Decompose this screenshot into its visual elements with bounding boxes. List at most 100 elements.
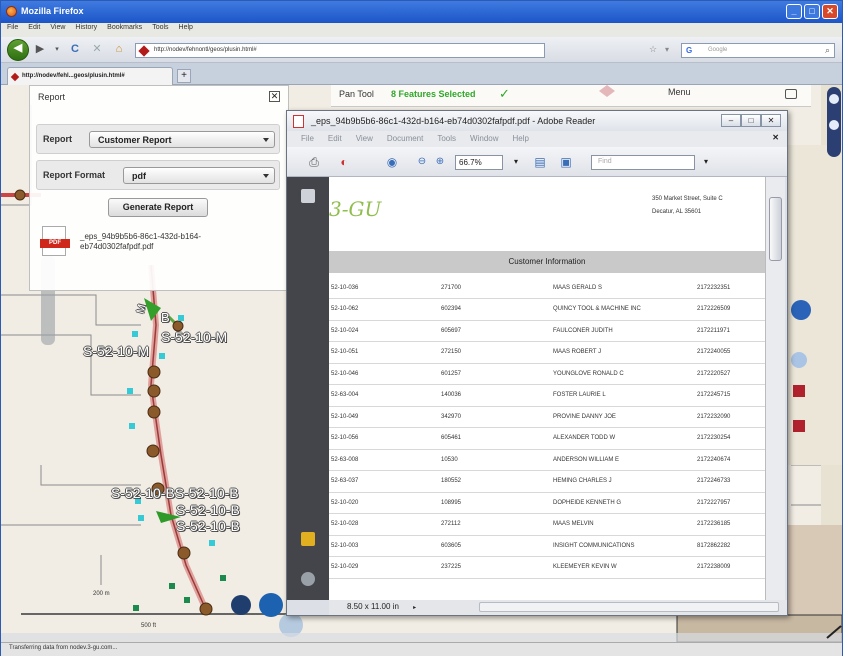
scale-label-feet: 500 ft — [141, 623, 157, 629]
minimize-button[interactable]: _ — [786, 4, 802, 19]
scale-label-meters: 200 m — [93, 591, 110, 597]
zoom-out-icon[interactable]: ⊖ — [413, 154, 431, 170]
menu-history[interactable]: History — [75, 24, 97, 36]
reader-vertical-scrollbar[interactable] — [765, 177, 785, 600]
customer-name-cell: MAAS ROBERT J — [553, 341, 697, 364]
address-line-2: Decatur, AL 35601 — [652, 209, 702, 215]
reload-button[interactable]: C — [67, 41, 83, 59]
window-title: Mozilla Firefox — [21, 6, 84, 16]
account-cell: 180552 — [441, 470, 553, 493]
page-size-dropdown-icon[interactable]: ▸ — [413, 605, 416, 611]
find-input[interactable]: Find — [591, 155, 695, 170]
report-format-field: Report Format pdf — [36, 160, 280, 190]
menu-help[interactable]: Help — [179, 24, 193, 36]
fit-width-icon[interactable]: ▣ — [557, 154, 575, 170]
customer-name-cell: KLEEMEYER KEVIN W — [553, 556, 697, 579]
tab-label: http://nodev/fehl...geos/plusin.html# — [22, 73, 125, 79]
table-row: 52-63-008 10530 ANDERSON WILLIAM E 21722406… — [329, 449, 765, 471]
attachments-icon[interactable] — [301, 572, 315, 586]
close-icon[interactable]: ✕ — [269, 91, 280, 102]
phone-cell: 8172862282 — [697, 535, 765, 557]
navigation-toolbar: ◀ ▶ ▾ C ✕ ⌂ http://nodev/fehnontl/geos/p… — [1, 37, 842, 63]
address-line-1: 350 Market Street, Suite C — [652, 196, 723, 202]
reader-titlebar: _eps_94b9b5b6-86c1-432d-b164-eb74d0302fa… — [287, 111, 787, 131]
phone-cell: 2172227957 — [697, 492, 765, 514]
reader-horizontal-scrollbar[interactable] — [479, 602, 779, 612]
map-label-b: B — [161, 310, 170, 325]
reader-maximize-button[interactable]: □ — [741, 114, 761, 127]
reader-menu-help[interactable]: Help — [513, 134, 529, 147]
table-row: 52-63-004 140036 FOSTER LAURIE L 2172245715 — [329, 384, 765, 407]
reader-menu-tools[interactable]: Tools — [437, 134, 456, 147]
browser-window: Mozilla Firefox _ □ ✕ File Edit View His… — [0, 0, 843, 656]
generate-report-button[interactable]: Generate Report — [108, 198, 208, 217]
parcel-id-cell: 52-10-024 — [329, 320, 441, 342]
url-bar[interactable]: http://nodev/fehnontl/geos/plusin.html# — [135, 43, 545, 58]
reader-doc-close-icon[interactable]: ✕ — [772, 133, 779, 142]
map-label-s-52-10-m-1: S-52-10-M — [83, 343, 150, 359]
search-magnifier-icon[interactable]: ⌕ — [825, 45, 830, 56]
customer-information-header: Customer Information — [329, 251, 765, 273]
reader-close-button[interactable]: ✕ — [761, 114, 781, 127]
find-dropdown-icon[interactable]: ▾ — [697, 154, 715, 170]
stop-button[interactable]: ✕ — [89, 41, 105, 59]
forward-button[interactable]: ▶ — [33, 41, 47, 59]
customer-name-cell: FOSTER LAURIE L — [553, 384, 697, 407]
pan-tool-button[interactable]: Pan Tool — [339, 89, 374, 99]
reader-menu-edit[interactable]: Edit — [328, 134, 342, 147]
collaborate-icon[interactable]: ◉ — [383, 154, 401, 170]
menu-file[interactable]: File — [7, 24, 18, 36]
report-field: Report Customer Report — [36, 124, 280, 154]
search-input[interactable]: G Google ⌕ — [681, 43, 835, 58]
tab-active[interactable]: http://nodev/fehl...geos/plusin.html# — [7, 67, 173, 85]
menu-button[interactable]: Menu — [668, 87, 691, 97]
table-row: 52-63-037 180552 HEMING CHARLES J 217224673… — [329, 470, 765, 493]
zoom-field[interactable]: 66.7% — [455, 155, 503, 170]
features-selected-label: 8 Features Selected — [391, 89, 476, 99]
menu-view[interactable]: View — [50, 24, 65, 36]
site-favicon — [138, 45, 150, 57]
parcel-id-cell: 52-10-056 — [329, 427, 441, 450]
account-cell: 605461 — [441, 427, 553, 450]
pdf-file-link[interactable]: _eps_94b9b5b6-86c1-432d-b164-eb74d0302fa… — [80, 232, 240, 252]
reader-menu-file[interactable]: File — [301, 134, 314, 147]
close-window-button[interactable]: ✕ — [822, 4, 838, 19]
report-format-select[interactable]: pdf — [123, 167, 275, 184]
minimize-panel-icon[interactable] — [785, 89, 797, 99]
fit-page-icon[interactable]: ▤ — [531, 154, 549, 170]
url-dropdown-icon[interactable]: ▾ — [661, 41, 673, 59]
bookmark-star-icon[interactable]: ☆ — [647, 41, 659, 59]
tab-favicon — [10, 72, 20, 82]
zoom-in-icon[interactable]: ⊕ — [431, 154, 449, 170]
reader-minimize-button[interactable]: – — [721, 114, 741, 127]
print-icon[interactable]: ⎙ — [305, 154, 323, 170]
reader-scroll-thumb[interactable] — [769, 197, 782, 261]
new-tab-button[interactable]: + — [177, 69, 191, 83]
parcel-id-cell: 52-63-004 — [329, 384, 441, 407]
map-toolbar: Pan Tool 8 Features Selected ✓ Menu — [331, 85, 811, 107]
history-dropdown-icon[interactable]: ▾ — [51, 41, 63, 59]
pages-icon[interactable] — [301, 189, 315, 203]
menu-bookmarks[interactable]: Bookmarks — [107, 24, 142, 36]
share-icon[interactable]: ◐ — [335, 154, 353, 170]
reader-menu-document[interactable]: Document — [387, 134, 423, 147]
maximize-button[interactable]: □ — [804, 4, 820, 19]
pdf-file-icon[interactable]: PDF — [40, 226, 70, 256]
signatures-icon[interactable] — [301, 532, 315, 546]
home-icon[interactable]: ⌂ — [111, 41, 127, 59]
adobe-reader-window: _eps_94b9b5b6-86c1-432d-b164-eb74d0302fa… — [286, 110, 788, 616]
parcel-id-cell: 52-63-008 — [329, 449, 441, 471]
pdf-page: 3-GU 350 Market Street, Suite C Decatur,… — [329, 177, 765, 600]
google-search-icon: G — [686, 46, 693, 55]
menu-tools[interactable]: Tools — [152, 24, 168, 36]
back-button[interactable]: ◀ — [7, 39, 29, 61]
phone-cell: 2172211971 — [697, 320, 765, 342]
menu-edit[interactable]: Edit — [28, 24, 40, 36]
reader-menu-view[interactable]: View — [356, 134, 373, 147]
zoom-dropdown-icon[interactable]: ▾ — [507, 154, 525, 170]
report-select[interactable]: Customer Report — [89, 131, 275, 148]
table-row: 52-10-003 603605 INSIGHT COMMUNICATIONS 817… — [329, 535, 765, 557]
reader-menu-window[interactable]: Window — [470, 134, 498, 147]
table-row: 52-10-024 605697 FAULCONER JUDITH 217221197… — [329, 320, 765, 342]
reader-menubar: File Edit View Document Tools Window Hel… — [287, 131, 787, 147]
